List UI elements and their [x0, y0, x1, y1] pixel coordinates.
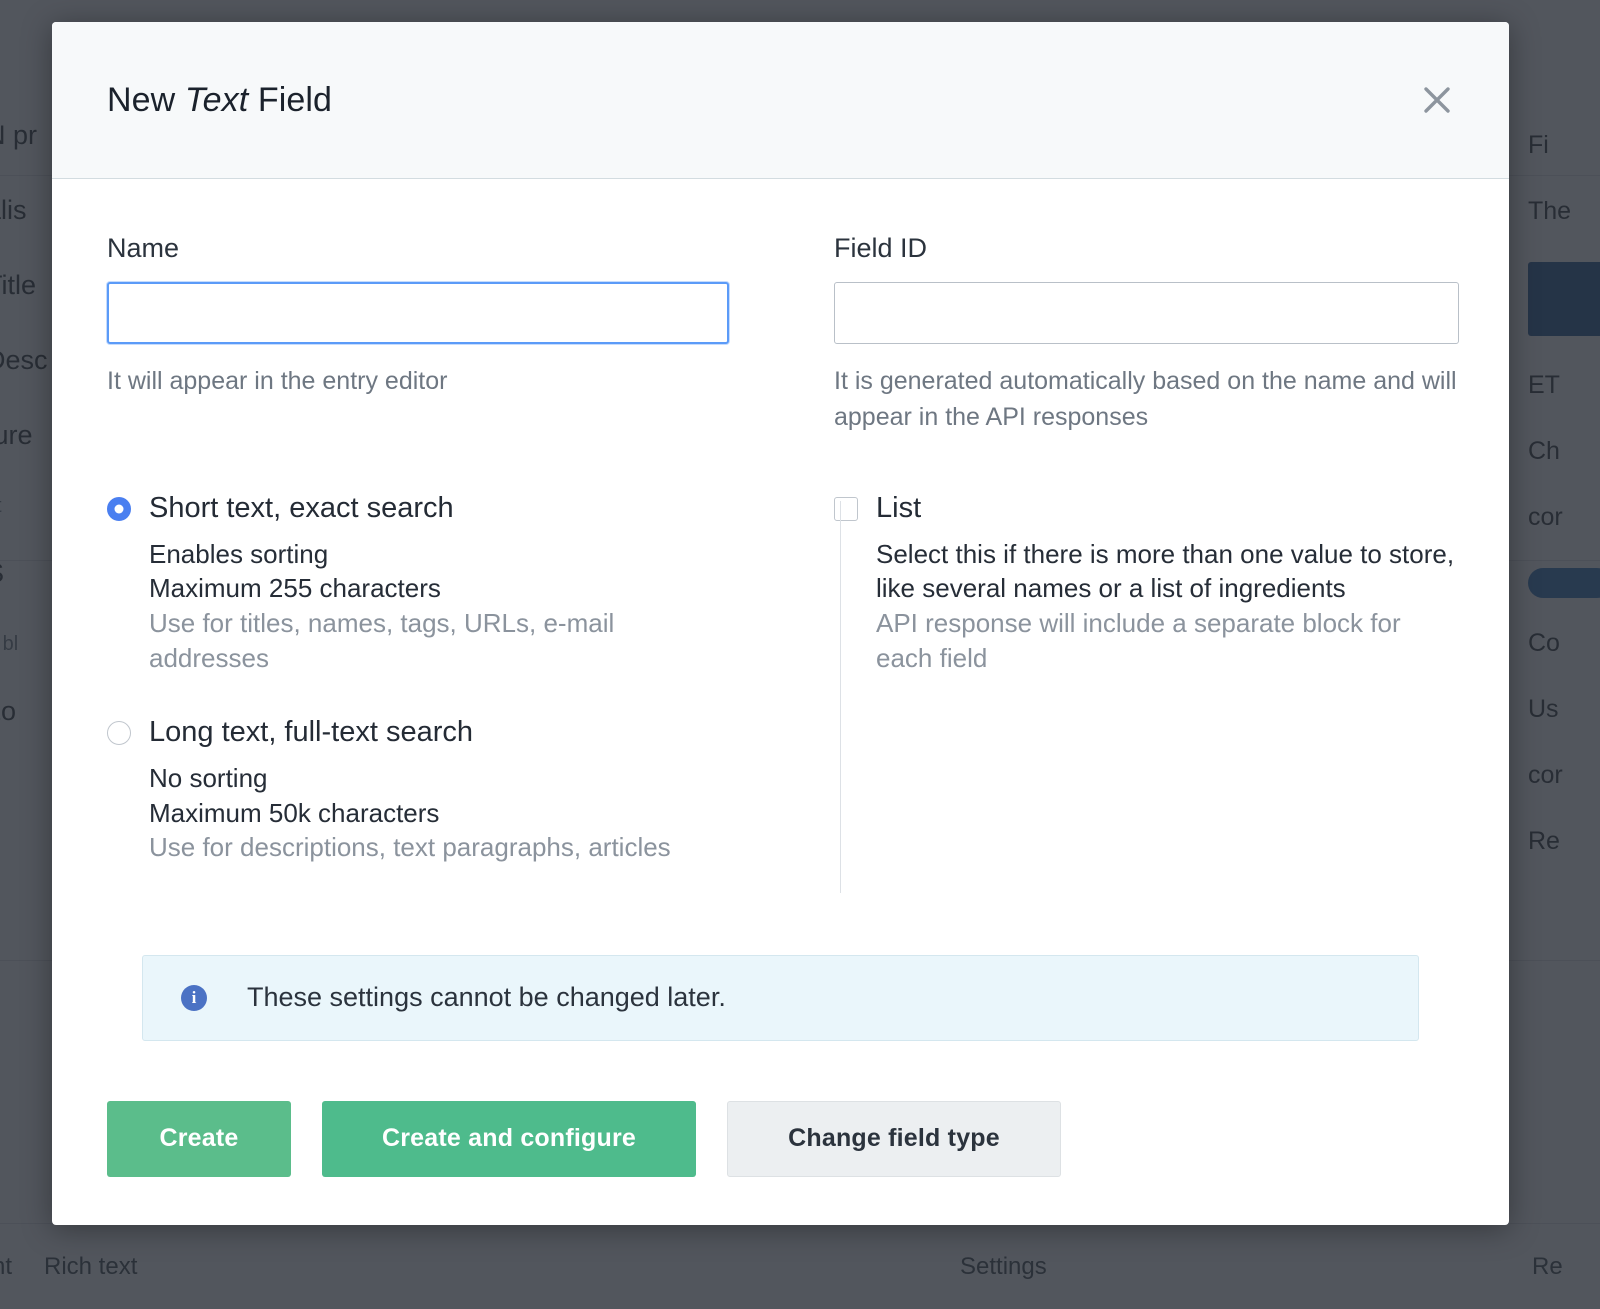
options-row: Short text, exact search Enables sorting… [107, 493, 1454, 907]
dialog-title-emphasis: Text [185, 81, 248, 119]
name-input[interactable] [107, 282, 729, 344]
name-helper-text: It will appear in the entry editor [107, 364, 729, 400]
info-banner-text: These settings cannot be changed later. [247, 982, 726, 1013]
option-short-text[interactable]: Short text, exact search Enables sorting… [107, 493, 729, 675]
radio-long-text[interactable] [107, 721, 131, 745]
option-long-text[interactable]: Long text, full-text search No sorting M… [107, 717, 729, 865]
field-id-input[interactable] [834, 282, 1459, 344]
radio-short-text[interactable] [107, 497, 131, 521]
option-long-text-label: Long text, full-text search [149, 717, 473, 749]
change-field-type-button[interactable]: Change field type [727, 1101, 1061, 1177]
text-type-options: Short text, exact search Enables sorting… [107, 493, 779, 907]
info-icon: i [181, 985, 207, 1011]
name-field-group: Name It will appear in the entry editor [107, 233, 779, 435]
option-list[interactable]: List Select this if there is more than o… [834, 493, 1459, 675]
option-detail-line: Use for titles, names, tags, URLs, e-mai… [149, 606, 729, 675]
field-id-label: Field ID [834, 233, 1459, 264]
field-id-group: Field ID It is generated automatically b… [779, 233, 1459, 435]
create-and-configure-button[interactable]: Create and configure [322, 1101, 696, 1177]
dialog-title: New Text Field [107, 81, 332, 120]
option-detail-line: Maximum 255 characters [149, 571, 729, 606]
close-dialog-button[interactable] [1415, 78, 1459, 122]
dialog-title-suffix: Field [248, 81, 332, 119]
option-list-details: Select this if there is more than one va… [834, 537, 1459, 675]
close-icon [1420, 83, 1454, 117]
dialog-title-prefix: New [107, 81, 185, 119]
option-short-text-details: Enables sorting Maximum 255 characters U… [107, 537, 729, 675]
create-button[interactable]: Create [107, 1101, 291, 1177]
dialog-footer: Create Create and configure Change field… [52, 1041, 1509, 1225]
option-long-text-header[interactable]: Long text, full-text search [107, 717, 729, 749]
fields-row: Name It will appear in the entry editor … [107, 233, 1454, 435]
info-banner: i These settings cannot be changed later… [142, 955, 1419, 1041]
option-short-text-label: Short text, exact search [149, 493, 454, 525]
new-text-field-dialog: New Text Field Name It will appear in th… [52, 22, 1509, 1225]
option-detail-line: Select this if there is more than one va… [876, 537, 1459, 606]
field-id-helper-text: It is generated automatically based on t… [834, 364, 1459, 435]
checkbox-list[interactable] [834, 497, 858, 521]
column-divider [840, 501, 841, 893]
option-short-text-header[interactable]: Short text, exact search [107, 493, 729, 525]
option-detail-line: Enables sorting [149, 537, 729, 572]
option-detail-line: No sorting [149, 761, 729, 796]
name-label: Name [107, 233, 729, 264]
option-list-header[interactable]: List [834, 493, 1459, 525]
dialog-header: New Text Field [52, 22, 1509, 179]
option-long-text-details: No sorting Maximum 50k characters Use fo… [107, 761, 729, 865]
page-root: N pr alis Title Desc ture xt S e bl Lo F… [0, 0, 1600, 1309]
dialog-body: Name It will appear in the entry editor … [52, 179, 1509, 1041]
option-detail-line: Maximum 50k characters [149, 796, 729, 831]
option-list-label: List [876, 493, 921, 525]
list-option-column: List Select this if there is more than o… [779, 493, 1459, 907]
option-detail-line: Use for descriptions, text paragraphs, a… [149, 830, 729, 865]
option-detail-line: API response will include a separate blo… [876, 606, 1459, 675]
